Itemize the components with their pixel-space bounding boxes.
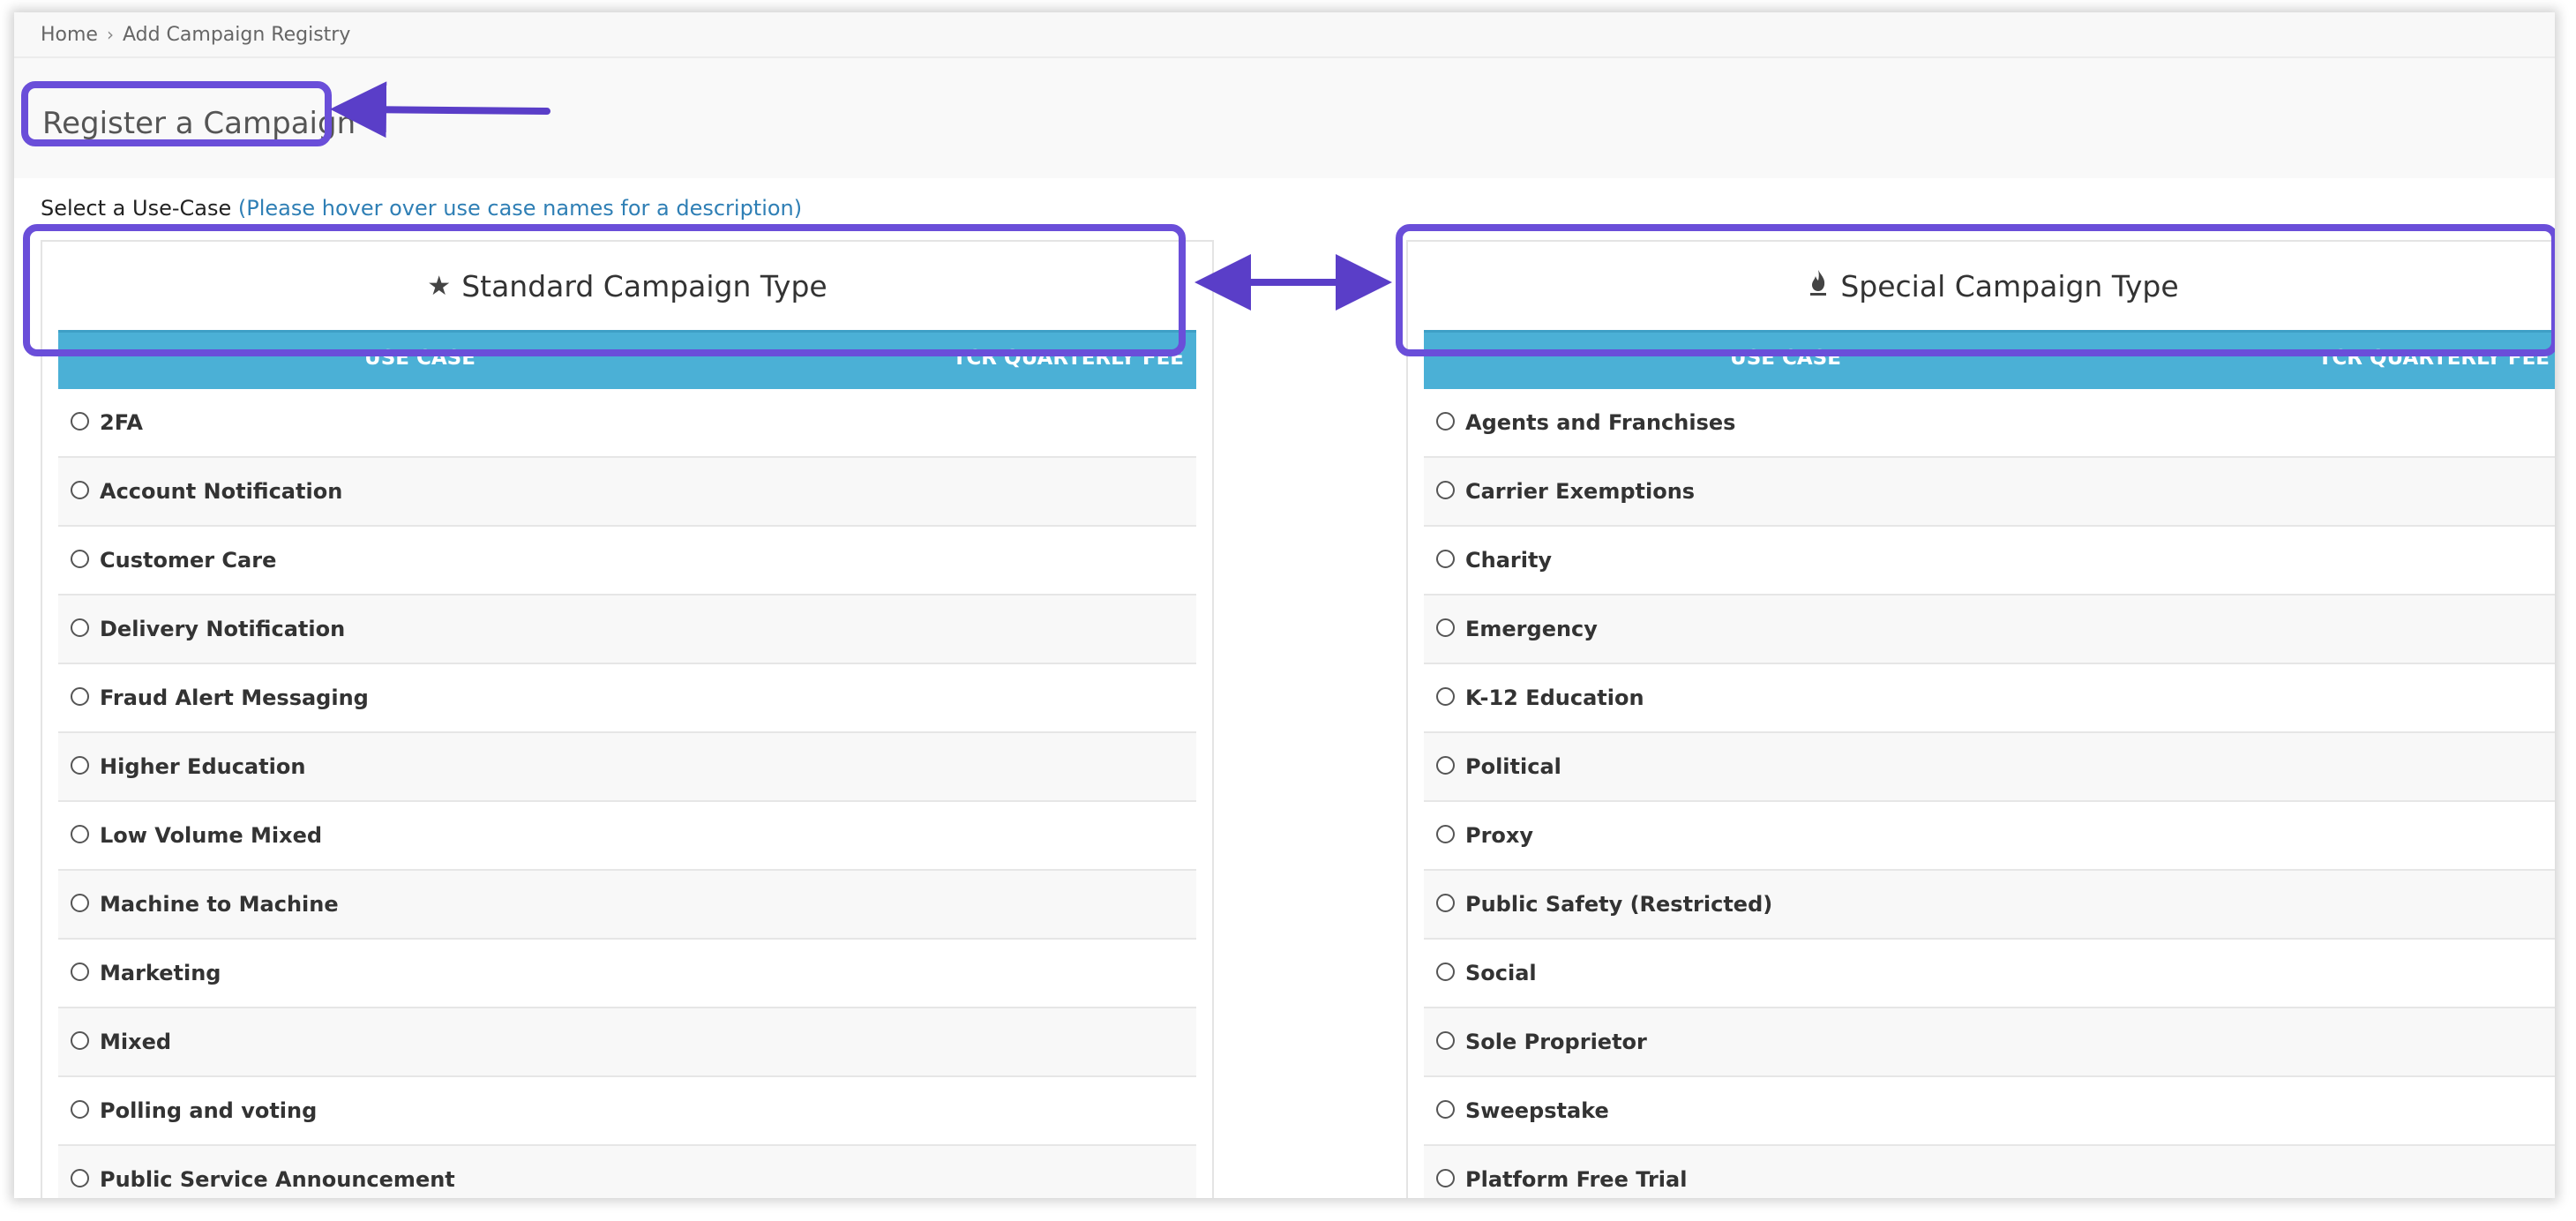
- annotation-arrows: [330, 81, 1392, 311]
- browser-page: Home › Add Campaign Registry Register a …: [14, 12, 2555, 1198]
- title-pointer-arrow: [330, 81, 550, 139]
